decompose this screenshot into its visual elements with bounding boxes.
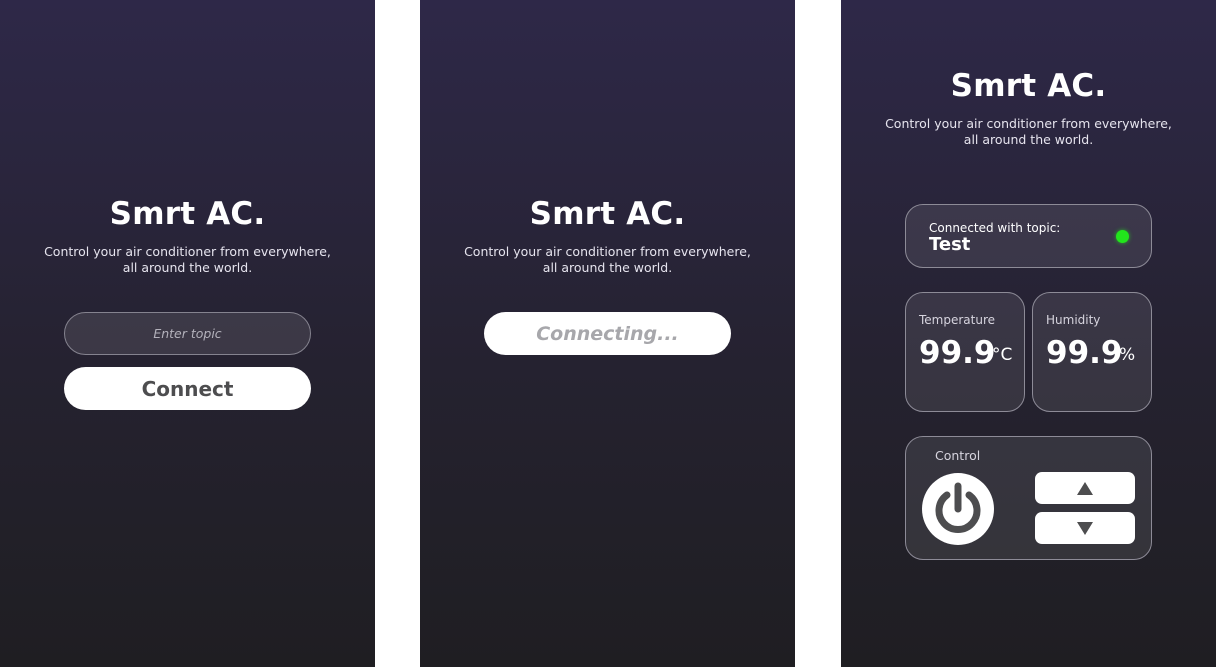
connection-topic: Test [929, 234, 971, 255]
temperature-card: Temperature 99.9 °C [905, 292, 1025, 412]
app-title: Smrt AC. [950, 68, 1107, 104]
app-subtitle: Control your air conditioner from everyw… [44, 244, 331, 275]
topic-input[interactable] [64, 312, 311, 355]
connection-label: Connected with topic: [929, 221, 1061, 235]
temperature-value: 99.9 [919, 335, 996, 371]
control-label: Control [935, 448, 981, 463]
humidity-unit: % [1119, 345, 1136, 365]
triangle-up-icon [1077, 481, 1093, 495]
connecting-button: Connecting... [484, 312, 731, 355]
temperature-up-button[interactable] [1035, 472, 1135, 504]
screen-enter-topic: Smrt AC. Control your air conditioner fr… [0, 0, 375, 667]
control-card: Control [905, 436, 1152, 560]
triangle-down-icon [1077, 521, 1093, 535]
app-title: Smrt AC. [109, 196, 266, 232]
temperature-down-button[interactable] [1035, 512, 1135, 544]
power-icon [935, 482, 981, 533]
humidity-value: 99.9 [1046, 335, 1123, 371]
app-title: Smrt AC. [529, 196, 686, 232]
screen-connecting: Smrt AC. Control your air conditioner fr… [420, 0, 795, 667]
humidity-label: Humidity [1046, 313, 1101, 327]
power-button[interactable] [922, 473, 994, 545]
connect-button[interactable]: Connect [64, 367, 311, 410]
screen-dashboard: Smrt AC. Control your air conditioner fr… [841, 0, 1216, 667]
connection-card: Connected with topic: Test [905, 204, 1152, 268]
app-subtitle: Control your air conditioner from everyw… [464, 244, 751, 275]
status-indicator-icon [1116, 230, 1129, 243]
temperature-unit: °C [992, 345, 1013, 365]
temperature-label: Temperature [919, 313, 996, 327]
app-subtitle: Control your air conditioner from everyw… [885, 116, 1172, 147]
humidity-card: Humidity 99.9 % [1032, 292, 1152, 412]
